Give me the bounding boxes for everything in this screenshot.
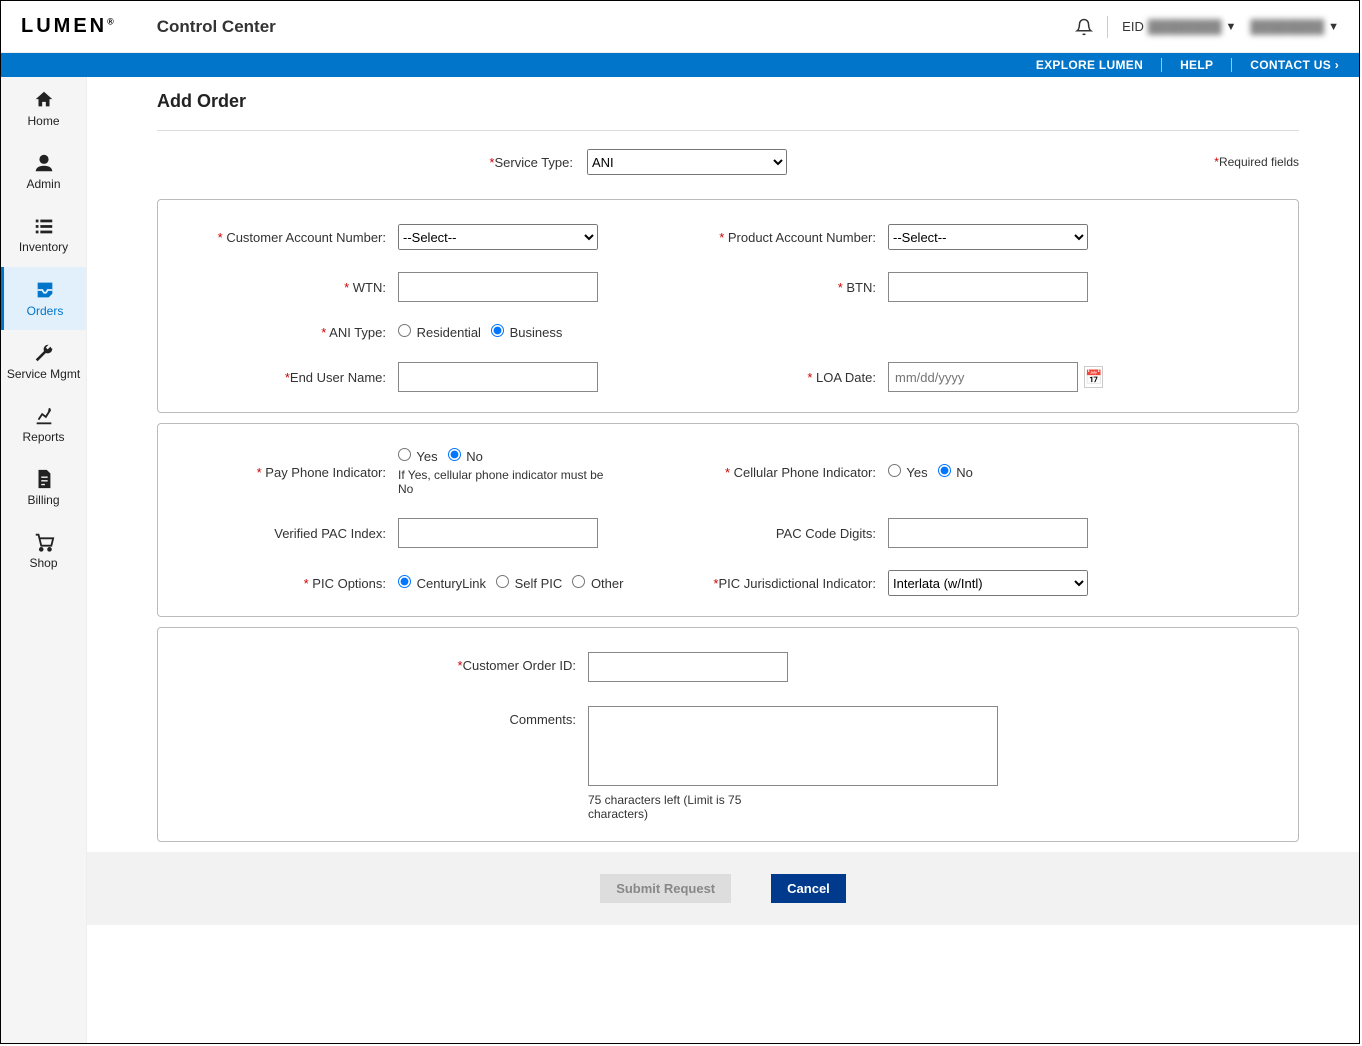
separator xyxy=(1107,16,1108,38)
btn-label: * BTN: xyxy=(608,280,888,295)
chevron-down-icon: ▼ xyxy=(1226,21,1237,33)
chevron-right-icon: › xyxy=(1335,58,1339,72)
service-type-label: *Service Type: xyxy=(157,155,587,170)
phone-panel: * Pay Phone Indicator: Yes No If Yes, ce… xyxy=(157,423,1299,617)
pac-digits-label: PAC Code Digits: xyxy=(608,526,888,541)
pic-juris-label: *PIC Jurisdictional Indicator: xyxy=(608,576,888,591)
cellular-yes-radio[interactable]: Yes xyxy=(888,464,928,480)
loa-date-label: * LOA Date: xyxy=(608,370,888,385)
main-content: Add Order *Service Type: ANI *Required f… xyxy=(87,77,1359,1043)
char-count-note: 75 characters left (Limit is 75 characte… xyxy=(588,793,798,821)
chevron-down-icon: ▼ xyxy=(1328,21,1339,33)
ani-type-label: * ANI Type: xyxy=(178,325,398,340)
nav-service-mgmt[interactable]: Service Mgmt xyxy=(1,330,86,393)
cancel-button[interactable]: Cancel xyxy=(771,874,846,903)
nav-billing[interactable]: Billing xyxy=(1,456,86,519)
prod-acct-select[interactable]: --Select-- xyxy=(888,224,1088,250)
calendar-icon[interactable]: 📅 xyxy=(1084,366,1103,388)
top-header: LUMEN® Control Center EID ████████ ▼ ███… xyxy=(1,1,1359,53)
help-link[interactable]: HELP xyxy=(1180,58,1213,72)
comments-textarea[interactable] xyxy=(588,706,998,786)
left-nav: Home Admin Inventory Orders Service Mgmt… xyxy=(1,77,87,1043)
eid-dropdown[interactable]: EID ████████ ▼ xyxy=(1122,19,1236,34)
list-icon xyxy=(33,215,55,237)
payphone-hint: If Yes, cellular phone indicator must be… xyxy=(398,468,608,496)
invoice-icon xyxy=(33,468,55,490)
cust-order-input[interactable] xyxy=(588,652,788,682)
nav-home[interactable]: Home xyxy=(1,77,86,140)
submit-button[interactable]: Submit Request xyxy=(600,874,731,903)
service-type-select[interactable]: ANI xyxy=(587,149,787,175)
explore-lumen-link[interactable]: EXPLORE LUMEN xyxy=(1036,58,1143,72)
eid-value: ████████ xyxy=(1148,19,1222,34)
page-title: Add Order xyxy=(157,91,1299,112)
required-fields-note: *Required fields xyxy=(1214,155,1299,169)
wtn-input[interactable] xyxy=(398,272,598,302)
separator xyxy=(1231,58,1232,72)
user-icon xyxy=(33,152,55,174)
divider xyxy=(157,130,1299,131)
prod-acct-label: * Product Account Number: xyxy=(608,230,888,245)
cust-order-label: *Customer Order ID: xyxy=(178,652,588,673)
nav-inventory[interactable]: Inventory xyxy=(1,203,86,266)
end-user-label: *End User Name: xyxy=(178,370,398,385)
wtn-label: * WTN: xyxy=(178,280,398,295)
wrench-icon xyxy=(33,342,55,364)
utility-bar: EXPLORE LUMEN HELP CONTACT US › xyxy=(1,53,1359,77)
account-panel: * Customer Account Number: --Select-- * … xyxy=(157,199,1299,413)
pic-juris-select[interactable]: Interlata (w/Intl) xyxy=(888,570,1088,596)
cart-icon xyxy=(33,531,55,553)
cellular-no-radio[interactable]: No xyxy=(938,464,973,480)
separator xyxy=(1161,58,1162,72)
loa-date-input[interactable] xyxy=(888,362,1078,392)
cust-acct-label: * Customer Account Number: xyxy=(178,230,398,245)
cellular-label: * Cellular Phone Indicator: xyxy=(608,465,888,480)
cust-acct-select[interactable]: --Select-- xyxy=(398,224,598,250)
pic-options-label: * PIC Options: xyxy=(178,576,398,591)
chart-icon xyxy=(33,405,55,427)
notifications-icon[interactable] xyxy=(1075,18,1093,36)
pic-self-radio[interactable]: Self PIC xyxy=(496,575,562,591)
contact-us-link[interactable]: CONTACT US › xyxy=(1250,58,1339,72)
btn-input[interactable] xyxy=(888,272,1088,302)
home-icon xyxy=(33,89,55,111)
pic-centurylink-radio[interactable]: CenturyLink xyxy=(398,575,486,591)
payphone-yes-radio[interactable]: Yes xyxy=(398,448,438,464)
pac-index-input[interactable] xyxy=(398,518,598,548)
footer-actions: Submit Request Cancel xyxy=(87,852,1359,925)
nav-reports[interactable]: Reports xyxy=(1,393,86,456)
ani-business-radio[interactable]: Business xyxy=(491,324,562,340)
inbox-icon xyxy=(34,279,56,301)
payphone-label: * Pay Phone Indicator: xyxy=(178,465,398,480)
payphone-no-radio[interactable]: No xyxy=(448,448,483,464)
pac-digits-input[interactable] xyxy=(888,518,1088,548)
end-user-input[interactable] xyxy=(398,362,598,392)
nav-admin[interactable]: Admin xyxy=(1,140,86,203)
nav-orders[interactable]: Orders xyxy=(1,267,86,330)
order-comments-panel: *Customer Order ID: Comments: 75 charact… xyxy=(157,627,1299,842)
user-dropdown[interactable]: ████████ ▼ xyxy=(1250,19,1339,34)
app-title: Control Center xyxy=(157,17,276,37)
eid-label: EID xyxy=(1122,19,1144,34)
user-name: ████████ xyxy=(1250,19,1324,34)
logo: LUMEN® xyxy=(21,15,117,38)
pac-index-label: Verified PAC Index: xyxy=(178,526,398,541)
comments-label: Comments: xyxy=(178,706,588,727)
nav-shop[interactable]: Shop xyxy=(1,519,86,582)
ani-residential-radio[interactable]: Residential xyxy=(398,324,481,340)
